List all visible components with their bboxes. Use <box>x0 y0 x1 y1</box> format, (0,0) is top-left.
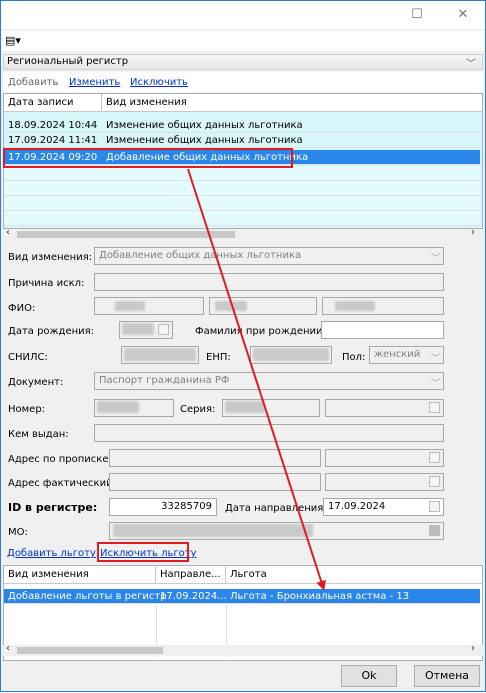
dialog-window: ☐ ✕ ▤▾ Региональный регистр ﹀ Добавить И… <box>0 0 486 692</box>
annotation-arrow <box>187 168 326 591</box>
